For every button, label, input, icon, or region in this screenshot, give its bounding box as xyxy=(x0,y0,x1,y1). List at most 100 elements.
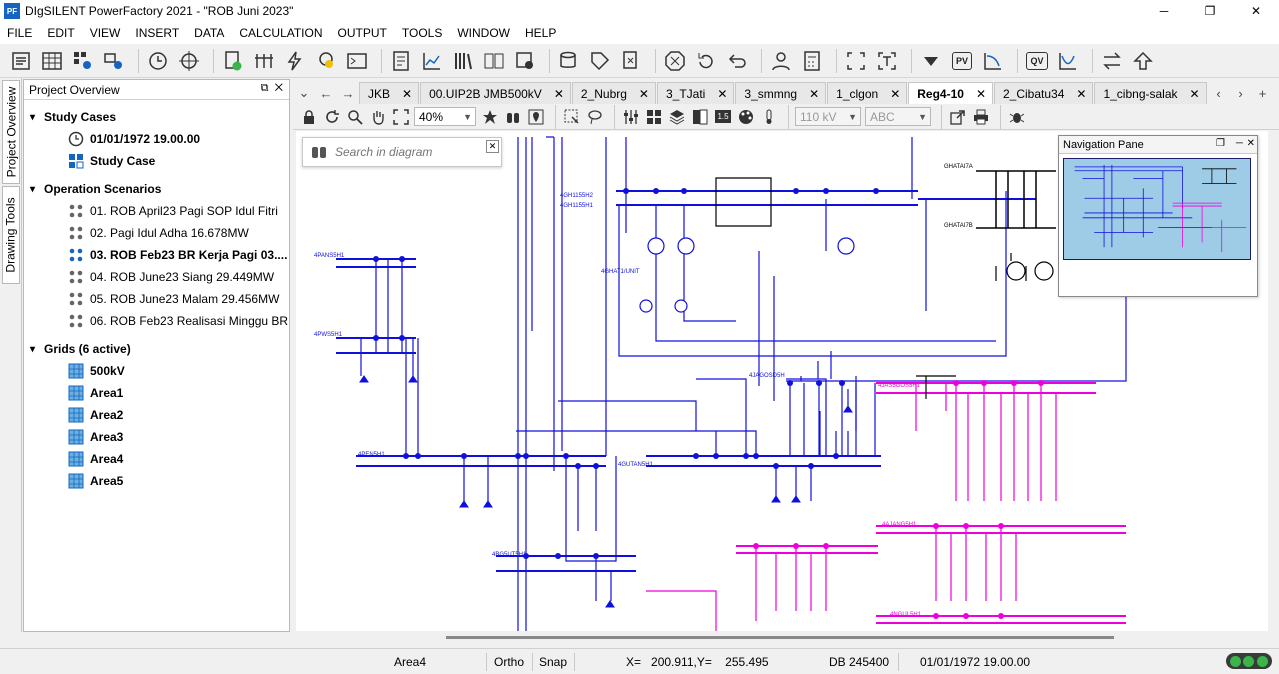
sliders-button[interactable] xyxy=(621,107,641,127)
menu-calculation[interactable]: CALCULATION xyxy=(232,26,330,40)
user-button[interactable] xyxy=(768,48,794,74)
grid-item[interactable]: Area4 xyxy=(24,448,289,470)
plot-button[interactable] xyxy=(419,48,445,74)
tab-diagram[interactable]: 3_smmng ✕ xyxy=(735,82,827,104)
zoom-all-button[interactable] xyxy=(391,107,411,127)
tab-close-icon[interactable]: ✕ xyxy=(890,87,900,101)
data-manager-button[interactable] xyxy=(8,48,34,74)
scenario-item[interactable]: 05. ROB June23 Malam 29.456MW xyxy=(24,288,289,310)
qv-curve-button[interactable] xyxy=(1055,48,1081,74)
tab-close-icon[interactable]: ✕ xyxy=(809,87,819,101)
new-tab-plus-icon[interactable]: + xyxy=(1252,82,1274,104)
database-button[interactable] xyxy=(556,48,582,74)
swap-button[interactable] xyxy=(1099,48,1125,74)
tab-diagram[interactable]: 2_Nubrg ✕ xyxy=(571,82,656,104)
tab-list-chevron-icon[interactable]: ⌄ xyxy=(293,82,315,104)
pane-minimize-icon[interactable]: ─ xyxy=(1236,138,1243,149)
tab-scroll-right-icon[interactable]: › xyxy=(1230,82,1252,104)
study-cases-header[interactable]: ▾ Study Cases xyxy=(24,106,289,128)
tab-close-icon[interactable]: ✕ xyxy=(1190,87,1200,101)
refresh-button[interactable] xyxy=(322,107,342,127)
books-button[interactable] xyxy=(450,48,476,74)
colour-button[interactable] xyxy=(690,107,710,127)
grid-settings-button[interactable] xyxy=(70,48,96,74)
status-ortho[interactable]: Ortho xyxy=(494,655,524,669)
scan-button[interactable] xyxy=(512,48,538,74)
tab-drawing-tools[interactable]: Drawing Tools xyxy=(2,186,20,284)
up-button[interactable] xyxy=(1130,48,1156,74)
favorite-button[interactable] xyxy=(480,107,500,127)
scenarios-header[interactable]: ▾ Operation Scenarios xyxy=(24,178,289,200)
single-line-diagram-canvas[interactable]: 4GH1155H2 4GH1155H1 4PANS5H1 4PWS5H1 4PE… xyxy=(296,131,1268,631)
short-circuit-button[interactable] xyxy=(251,48,277,74)
search-input[interactable] xyxy=(335,145,485,159)
tab-close-icon[interactable]: ✕ xyxy=(402,87,412,101)
diagram-search[interactable]: ✕ xyxy=(302,137,502,167)
grid-layout-button[interactable] xyxy=(644,107,664,127)
scenario-item[interactable]: 02. Pagi Idul Adha 16.678MW xyxy=(24,222,289,244)
tab-diagram[interactable]: JKB ✕ xyxy=(359,82,420,104)
tab-diagram[interactable]: 2_Cibatu34 ✕ xyxy=(994,82,1094,104)
scrollbar-thumb[interactable] xyxy=(446,636,1114,639)
mark-button[interactable] xyxy=(526,107,546,127)
chevron-down-icon[interactable]: ▾ xyxy=(30,184,44,195)
back-arrow-icon[interactable]: ← xyxy=(315,82,337,104)
find-button[interactable] xyxy=(503,107,523,127)
text-frame-button[interactable] xyxy=(874,48,900,74)
horizontal-scrollbar[interactable] xyxy=(296,631,1268,645)
study-case-date[interactable]: 01/01/1972 19.00.00 xyxy=(24,128,289,150)
calculator-button[interactable] xyxy=(799,48,825,74)
layers-button[interactable] xyxy=(667,107,687,127)
vertical-scrollbar[interactable] xyxy=(1268,131,1279,631)
tab-project-overview[interactable]: Project Overview xyxy=(2,80,20,184)
scenario-item[interactable]: 06. ROB Feb23 Realisasi Minggu BR ... xyxy=(24,310,289,332)
compare-button[interactable] xyxy=(481,48,507,74)
menu-tools[interactable]: TOOLS xyxy=(395,26,450,40)
tab-diagram[interactable]: 1_cibng-salak ✕ xyxy=(1094,82,1207,104)
chevron-down-icon[interactable]: ▾ xyxy=(30,344,44,355)
close-button[interactable]: ✕ xyxy=(1233,0,1279,22)
menu-window[interactable]: WINDOW xyxy=(450,26,518,40)
voltage-select[interactable]: 110 kV ▼ xyxy=(795,107,861,126)
menu-file[interactable]: FILE xyxy=(0,26,40,40)
tab-diagram[interactable]: 00.UIP2B JMB500kV ✕ xyxy=(420,82,571,104)
text-style-select[interactable]: ABC ▼ xyxy=(865,107,931,126)
palette-button[interactable] xyxy=(736,107,756,127)
tab-diagram[interactable]: 3_TJati ✕ xyxy=(656,82,735,104)
navigation-minimap[interactable] xyxy=(1063,158,1251,260)
level-button[interactable]: 1.5 xyxy=(713,107,733,127)
maximize-button[interactable]: ❐ xyxy=(1187,0,1233,22)
scenario-item-active[interactable]: 03. ROB Feb23 BR Kerja Pagi 03.... xyxy=(24,244,289,266)
tab-close-icon[interactable]: ✕ xyxy=(717,87,727,101)
export-button[interactable] xyxy=(948,107,968,127)
print-button[interactable] xyxy=(971,107,991,127)
tab-diagram-active[interactable]: Reg4-10 ✕ xyxy=(908,82,993,104)
menu-view[interactable]: VIEW xyxy=(83,26,129,40)
target-button[interactable] xyxy=(176,48,202,74)
grid-item[interactable]: Area5 xyxy=(24,470,289,492)
grid-item[interactable]: 500kV xyxy=(24,360,289,382)
stop-button[interactable] xyxy=(662,48,688,74)
dropdown-button[interactable] xyxy=(918,48,944,74)
zoom-fit-button[interactable] xyxy=(843,48,869,74)
grid-item[interactable]: Area3 xyxy=(24,426,289,448)
grids-header[interactable]: ▾ Grids (6 active) xyxy=(24,338,289,360)
thermometer-button[interactable] xyxy=(759,107,779,127)
status-snap[interactable]: Snap xyxy=(539,655,567,669)
variation-button[interactable] xyxy=(618,48,644,74)
menu-insert[interactable]: INSERT xyxy=(128,26,187,40)
object-settings-button[interactable] xyxy=(101,48,127,74)
menu-output[interactable]: OUTPUT xyxy=(331,26,395,40)
zoom-button[interactable] xyxy=(345,107,365,127)
menu-edit[interactable]: EDIT xyxy=(40,26,82,40)
study-case-item[interactable]: Study Case xyxy=(24,150,289,172)
reset-button[interactable] xyxy=(693,48,719,74)
script-button[interactable] xyxy=(344,48,370,74)
network-data-button[interactable] xyxy=(39,48,65,74)
panel-pin-close-icon[interactable]: ⧉ ✕ xyxy=(261,82,283,95)
lock-button[interactable] xyxy=(299,107,319,127)
pane-restore-icon[interactable]: ❐ xyxy=(1216,138,1225,149)
date-time-button[interactable] xyxy=(145,48,171,74)
chevron-down-icon[interactable]: ▾ xyxy=(30,112,44,123)
grid-item[interactable]: Area2 xyxy=(24,404,289,426)
